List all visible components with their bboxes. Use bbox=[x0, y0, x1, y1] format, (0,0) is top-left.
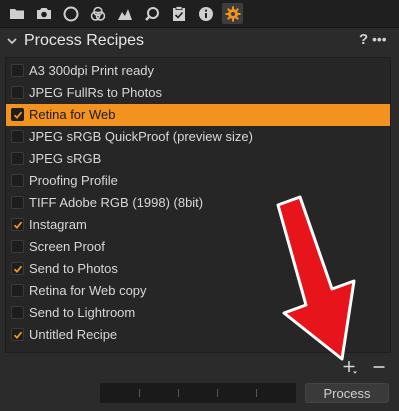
recipe-label: TIFF Adobe RGB (1998) (8bit) bbox=[29, 195, 204, 210]
recipe-label: Retina for Web copy bbox=[29, 283, 147, 298]
recipe-checkbox[interactable] bbox=[11, 130, 24, 143]
lens-icon[interactable] bbox=[60, 3, 81, 24]
process-progress-track bbox=[100, 383, 296, 403]
info-icon[interactable] bbox=[195, 3, 216, 24]
recipe-checkbox[interactable] bbox=[11, 306, 24, 319]
add-recipe-button[interactable] bbox=[340, 357, 360, 377]
process-recipes-header: Process Recipes ? ••• bbox=[0, 28, 399, 56]
exposure-icon[interactable] bbox=[114, 3, 135, 24]
list-item[interactable]: JPEG sRGB bbox=[6, 148, 390, 170]
recipe-checkbox[interactable] bbox=[11, 328, 24, 341]
recipe-label: Retina for Web bbox=[29, 107, 116, 122]
list-item-selected[interactable]: Retina for Web bbox=[6, 104, 390, 126]
color-circles-icon[interactable] bbox=[87, 3, 108, 24]
clipboard-icon[interactable] bbox=[168, 3, 189, 24]
folder-icon[interactable] bbox=[6, 3, 27, 24]
red-arrow-icon bbox=[276, 195, 356, 361]
recipe-label: Proofing Profile bbox=[29, 173, 118, 188]
camera-icon[interactable] bbox=[33, 3, 54, 24]
chevron-down-icon[interactable] bbox=[5, 34, 19, 48]
list-item[interactable]: Proofing Profile bbox=[6, 170, 390, 192]
recipe-label: Instagram bbox=[29, 217, 87, 232]
recipe-label: A3 300dpi Print ready bbox=[29, 63, 155, 78]
list-item[interactable]: JPEG sRGB QuickProof (preview size) bbox=[6, 126, 390, 148]
remove-recipe-button[interactable] bbox=[369, 357, 389, 377]
help-button[interactable]: ? bbox=[359, 31, 368, 48]
recipe-checkbox[interactable] bbox=[11, 152, 24, 165]
gear-icon[interactable] bbox=[222, 3, 243, 24]
recipe-label: Send to Lightroom bbox=[29, 305, 136, 320]
recipe-label: Send to Photos bbox=[29, 261, 118, 276]
recipe-checkbox[interactable] bbox=[11, 284, 24, 297]
recipe-checkbox[interactable] bbox=[11, 196, 24, 209]
recipe-checkbox[interactable] bbox=[11, 218, 24, 231]
recipe-checkbox[interactable] bbox=[11, 86, 24, 99]
recipe-label: JPEG sRGB QuickProof (preview size) bbox=[29, 129, 253, 144]
recipe-checkbox[interactable] bbox=[11, 262, 24, 275]
recipe-checkbox[interactable] bbox=[11, 108, 24, 121]
list-item[interactable]: A3 300dpi Print ready bbox=[6, 60, 390, 82]
more-options-button[interactable]: ••• bbox=[372, 31, 390, 49]
tool-tabs-bar bbox=[0, 0, 399, 28]
recipe-label: JPEG sRGB bbox=[29, 151, 102, 166]
panel-title: Process Recipes bbox=[24, 32, 145, 49]
recipe-label: Screen Proof bbox=[29, 239, 105, 254]
recipe-checkbox[interactable] bbox=[11, 240, 24, 253]
list-item[interactable]: JPEG FullRs to Photos bbox=[6, 82, 390, 104]
process-button[interactable]: Process bbox=[305, 383, 389, 403]
recipe-label: Untitled Recipe bbox=[29, 327, 118, 342]
recipe-checkbox[interactable] bbox=[11, 174, 24, 187]
magnifier-icon[interactable] bbox=[141, 3, 162, 24]
recipe-label: JPEG FullRs to Photos bbox=[29, 85, 162, 100]
recipe-checkbox[interactable] bbox=[11, 64, 24, 77]
